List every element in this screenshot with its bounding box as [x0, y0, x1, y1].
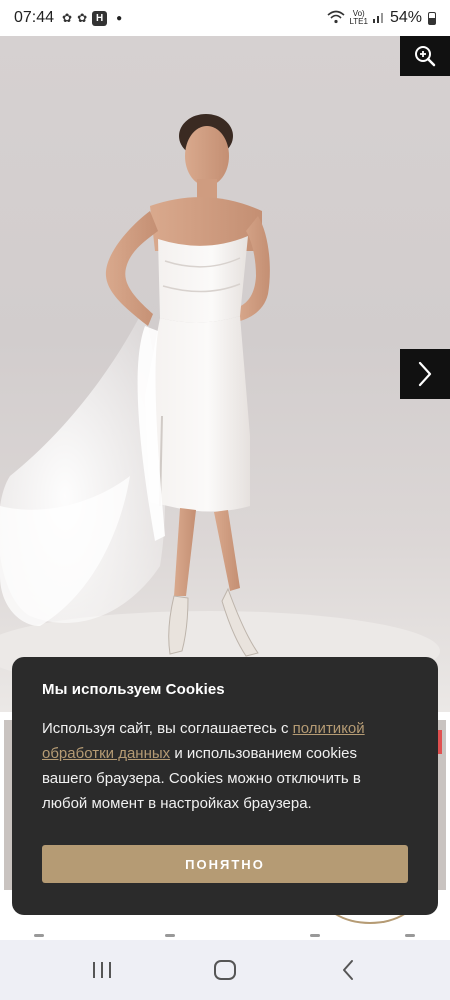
home-button[interactable]: [195, 948, 255, 992]
next-image-button[interactable]: [400, 349, 450, 399]
home-icon: [213, 960, 236, 980]
cookie-description: Используя сайт, вы соглашаетесь с полити…: [42, 720, 365, 812]
battery-percent: 54%: [389, 9, 422, 26]
zoom-in-icon: [415, 46, 436, 67]
more-notifications-icon: ●: [116, 12, 123, 24]
system-navigation-bar: [0, 940, 450, 1000]
notification-icon-2: ✿: [77, 11, 88, 25]
status-bar: 07:44 ✿ ✿ H ● Vo) LTE1 54%: [0, 0, 450, 36]
back-button[interactable]: [318, 948, 378, 992]
app-notification-icon: H: [92, 10, 108, 26]
recents-button[interactable]: [72, 948, 132, 992]
cookie-title: Мы используем Cookies: [42, 681, 225, 698]
recents-icon: [92, 962, 111, 978]
back-icon: [343, 960, 354, 980]
hidden-text-row: [0, 932, 450, 940]
battery-icon: [428, 11, 436, 25]
cookie-consent-dialog: Мы используем Cookies Используя сайт, вы…: [12, 657, 438, 915]
chevron-right-icon: [418, 361, 432, 387]
zoom-button[interactable]: [400, 36, 450, 76]
signal-icon: [372, 10, 386, 27]
bride-dress-illustration: [0, 114, 440, 691]
status-time: 07:44: [14, 9, 55, 26]
status-right: Vo) LTE1 54%: [327, 9, 436, 27]
wifi-icon: [327, 10, 345, 27]
accept-cookies-button[interactable]: ПОНЯТНО: [42, 845, 408, 883]
product-photo[interactable]: [0, 36, 450, 712]
network-type: Vo) LTE1: [349, 9, 368, 26]
notification-icon-1: ✿: [62, 11, 73, 25]
